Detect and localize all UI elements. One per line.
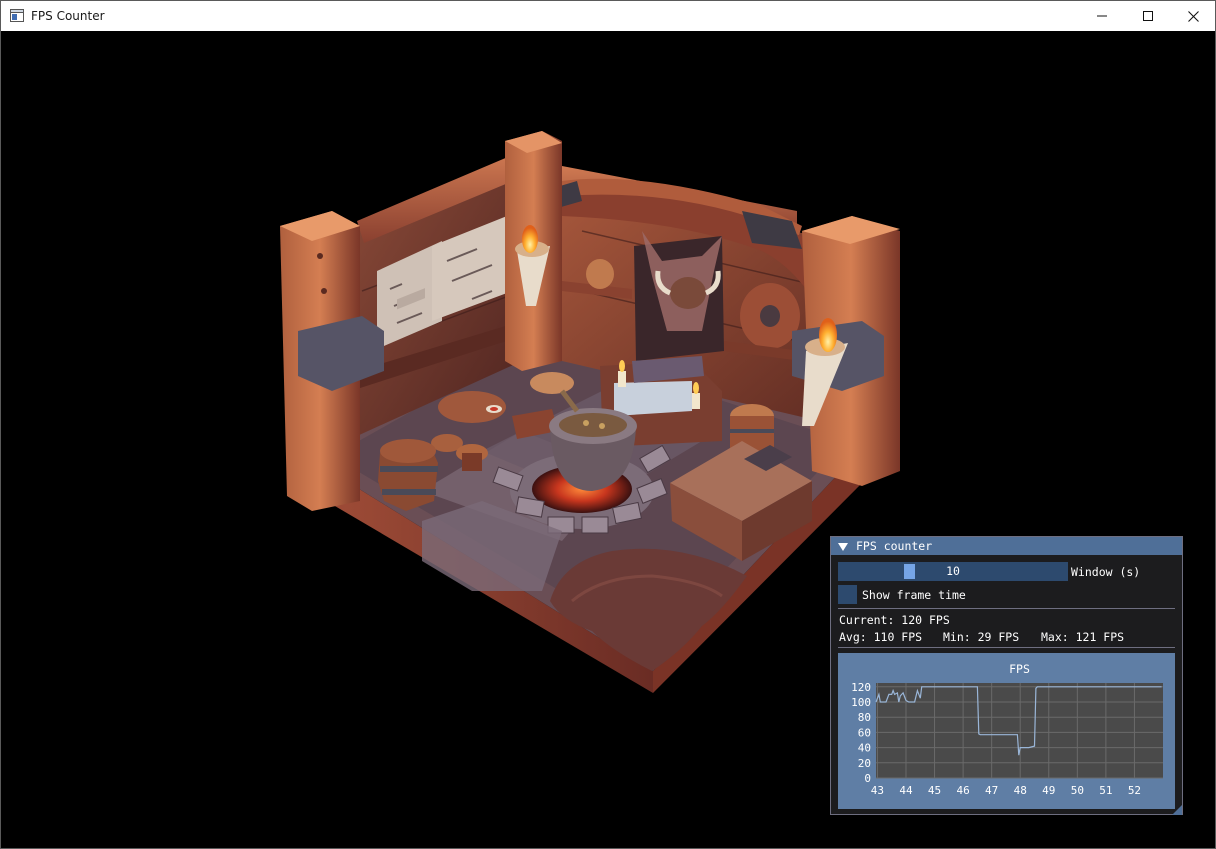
window-title: FPS Counter xyxy=(31,9,105,23)
y-tick-label: 120 xyxy=(851,681,871,694)
panel-title: FPS counter xyxy=(856,539,933,553)
x-tick-label: 43 xyxy=(871,784,884,797)
minimize-button[interactable] xyxy=(1079,1,1125,31)
chart-title: FPS xyxy=(1009,662,1030,676)
x-tick-label: 46 xyxy=(956,784,969,797)
y-tick-label: 80 xyxy=(858,711,871,724)
fps-plot[interactable]: FPS 0 20 40 60 80 100 120 43 44 45 46 47 48 49 50 51 52 xyxy=(838,653,1175,809)
title-bar[interactable]: FPS Counter xyxy=(1,1,1215,31)
x-tick-label: 51 xyxy=(1099,784,1112,797)
max-fps-text: Max: 121 FPS xyxy=(1041,630,1125,644)
app-window: FPS Counter FPS counter 10 Window (s) Sh… xyxy=(0,0,1216,849)
resize-grip-icon[interactable] xyxy=(1172,804,1182,815)
maximize-button[interactable] xyxy=(1125,1,1171,31)
y-tick-label: 20 xyxy=(858,757,871,770)
slider-label: Window (s) xyxy=(1071,565,1141,579)
collapse-arrow-icon[interactable] xyxy=(838,541,848,551)
x-tick-label: 48 xyxy=(1014,784,1027,797)
y-tick-label: 40 xyxy=(858,742,871,755)
x-tick-label: 52 xyxy=(1128,784,1141,797)
fps-stats-row: Avg: 110 FPS Min: 29 FPS Max: 121 FPS xyxy=(839,630,1124,644)
y-tick-label: 100 xyxy=(851,696,871,709)
x-tick-label: 44 xyxy=(899,784,913,797)
x-tick-label: 49 xyxy=(1042,784,1055,797)
maximize-icon xyxy=(1143,11,1153,21)
slider-value: 10 xyxy=(946,564,960,578)
window-seconds-slider[interactable]: 10 xyxy=(838,562,1068,581)
minimize-icon xyxy=(1097,15,1107,17)
app-window-icon xyxy=(10,9,24,22)
avg-fps-text: Avg: 110 FPS xyxy=(839,630,923,644)
x-tick-label: 45 xyxy=(928,784,941,797)
y-tick-label: 60 xyxy=(858,726,871,739)
close-icon xyxy=(1187,10,1199,22)
separator xyxy=(838,608,1175,609)
fps-counter-panel[interactable]: FPS counter 10 Window (s) Show frame tim… xyxy=(830,536,1183,815)
min-fps-text: Min: 29 FPS xyxy=(943,630,1020,644)
x-tick-label: 50 xyxy=(1071,784,1084,797)
close-button[interactable] xyxy=(1170,1,1216,31)
show-frame-time-label: Show frame time xyxy=(862,588,966,602)
x-tick-label: 47 xyxy=(985,784,998,797)
fps-line-chart: FPS02040608010012043 44 45 46 47 48 49 50 51 52 xyxy=(851,662,1163,797)
separator xyxy=(838,647,1175,648)
panel-title-bar[interactable]: FPS counter xyxy=(831,537,1182,555)
plot-area xyxy=(876,683,1163,778)
show-frame-time-checkbox[interactable] xyxy=(838,585,857,604)
current-fps-text: Current: 120 FPS xyxy=(839,613,950,627)
